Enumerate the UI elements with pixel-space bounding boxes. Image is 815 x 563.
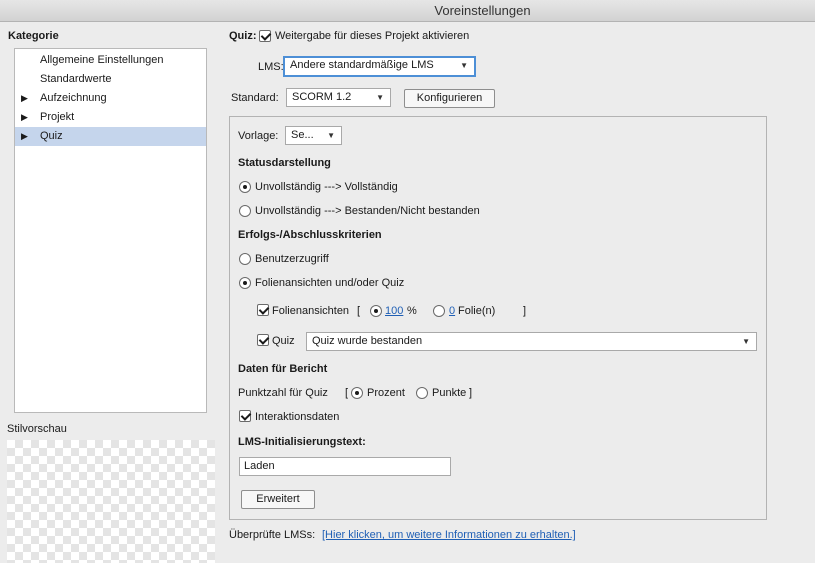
sidebar-item-general[interactable]: Allgemeine Einstellungen [15,51,206,70]
category-heading: Kategorie [8,30,59,42]
slides-radio[interactable] [433,305,445,317]
sidebar-item-recording[interactable]: ▶ Aufzeichnung [15,89,206,108]
category-list: Allgemeine Einstellungen Standardwerte ▶… [14,48,207,413]
style-preview-label: Stilvorschau [7,423,67,435]
standard-value: SCORM 1.2 [292,91,352,103]
criteria-option-1-label: Benutzerzugriff [255,253,329,265]
template-value: Se... [291,129,314,141]
init-text-input[interactable]: Laden [239,457,451,476]
quiz-criteria-checkbox[interactable] [257,334,269,346]
disclosure-triangle-icon[interactable]: ▶ [21,89,28,108]
quiz-condition-dropdown[interactable]: Quiz wurde bestanden ▼ [306,332,757,351]
dropdown-arrow-icon: ▼ [327,131,335,140]
slide-views-quiz-radio[interactable] [239,277,251,289]
template-dropdown[interactable]: Se... ▼ [285,126,342,145]
sidebar-item-defaults[interactable]: Standardwerte [15,70,206,89]
status-complete-radio[interactable] [239,181,251,193]
slides-unit: Folie(n) [458,305,496,317]
disclosure-triangle-icon[interactable]: ▶ [21,108,28,127]
status-heading: Statusdarstellung [238,157,331,169]
slides-value[interactable]: 0 [449,305,455,317]
quiz-criteria-label: Quiz [272,335,295,347]
template-label: Vorlage: [238,130,279,142]
score-bracket-open: [ [345,387,349,399]
verified-lms-link[interactable]: [Hier klicken, um weitere Informationen … [322,529,576,541]
sidebar-item-project[interactable]: ▶ Projekt [15,108,206,127]
quiz-condition-value: Quiz wurde bestanden [312,335,423,347]
slide-views-checkbox[interactable] [257,304,269,316]
user-access-radio[interactable] [239,253,251,265]
advanced-button[interactable]: Erweitert [241,490,315,509]
lms-label: LMS: [258,61,284,73]
status-passed-radio[interactable] [239,205,251,217]
score-percent-label: Prozent [367,387,405,399]
percent-value[interactable]: 100 [385,305,403,317]
standard-dropdown[interactable]: SCORM 1.2 ▼ [286,88,391,107]
style-preview-area [7,440,215,563]
standard-label: Standard: [231,92,279,104]
bracket-open: [ [357,305,361,317]
sidebar-item-label: Quiz [40,130,63,142]
verified-lms-label: Überprüfte LMSs: [229,529,316,541]
sidebar-item-quiz[interactable]: ▶ Quiz [15,127,206,146]
interaction-data-label: Interaktionsdaten [255,411,340,423]
dropdown-arrow-icon: ▼ [376,93,384,102]
criteria-option-2-label: Folienansichten und/oder Quiz [255,277,405,289]
percent-unit: % [407,305,417,317]
report-heading: Daten für Bericht [238,363,328,375]
enable-reporting-label: Weitergabe für dieses Projekt aktivieren [275,30,470,42]
bracket-close: ] [523,305,527,317]
title-bar: Voreinstellungen [0,0,815,22]
quiz-label: Quiz: [229,30,257,42]
init-text-heading: LMS-Initialisierungstext: [238,436,366,448]
lms-dropdown[interactable]: Andere standardmäßige LMS ▼ [283,56,476,77]
score-label: Punktzahl für Quiz [238,387,328,399]
lms-value: Andere standardmäßige LMS [290,59,434,71]
window-title: Voreinstellungen [434,3,531,18]
slide-views-label: Folienansichten [272,305,350,317]
criteria-heading: Erfolgs-/Abschlusskriterien [238,229,382,241]
status-option-2-label: Unvollständig ---> Bestanden/Nicht besta… [255,205,480,217]
disclosure-triangle-icon[interactable]: ▶ [21,127,28,146]
configure-button[interactable]: Konfigurieren [404,89,495,108]
sidebar-item-label: Projekt [40,111,75,123]
percent-radio[interactable] [370,305,382,317]
score-bracket-close: ] [469,387,473,399]
sidebar-item-label: Aufzeichnung [40,92,107,104]
score-percent-radio[interactable] [351,387,363,399]
enable-reporting-checkbox[interactable] [259,30,271,42]
interaction-data-checkbox[interactable] [239,410,251,422]
sidebar-item-label: Allgemeine Einstellungen [40,54,164,66]
dropdown-arrow-icon: ▼ [460,61,468,70]
dropdown-arrow-icon: ▼ [742,337,750,346]
score-points-label: Punkte [432,387,467,399]
status-option-1-label: Unvollständig ---> Vollständig [255,181,398,193]
sidebar-item-label: Standardwerte [40,73,112,85]
score-points-radio[interactable] [416,387,428,399]
